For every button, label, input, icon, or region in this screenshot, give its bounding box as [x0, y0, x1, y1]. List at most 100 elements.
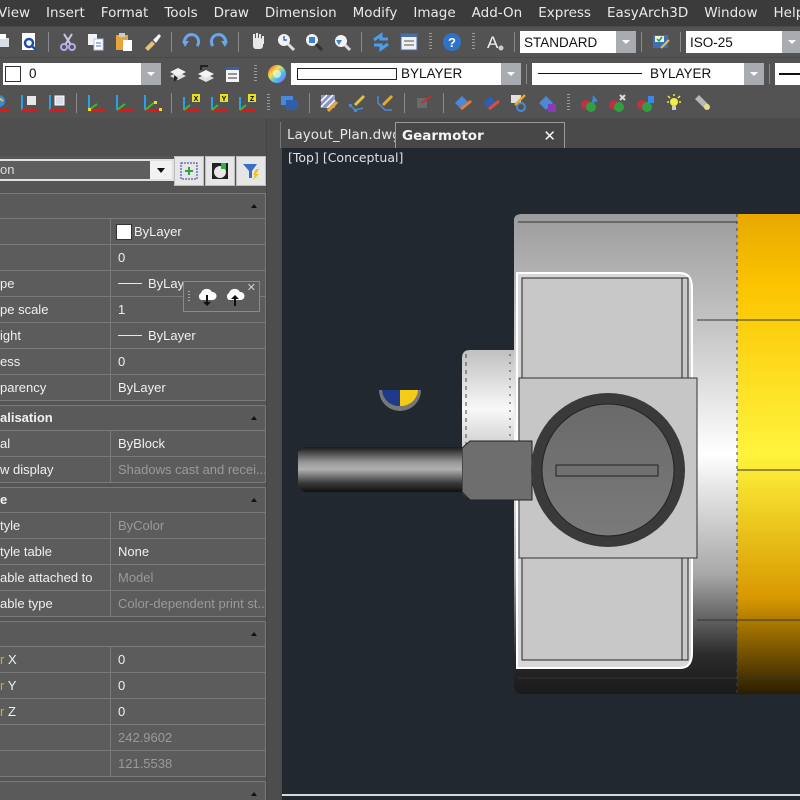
chevron-down-icon[interactable] [744, 62, 764, 85]
viewcube-compass[interactable] [379, 390, 421, 411]
panel-splitter[interactable] [266, 118, 280, 800]
draworder-icon[interactable] [279, 92, 301, 114]
redo-icon[interactable] [208, 31, 230, 53]
layer-make-current-icon[interactable] [167, 63, 189, 85]
render-settings-icon[interactable] [607, 92, 629, 114]
property-value[interactable]: ByLayer [111, 219, 265, 244]
layer-dropdown[interactable]: 0 [3, 62, 161, 85]
collapse-icon[interactable] [251, 498, 257, 502]
ucs-3point-icon[interactable] [141, 92, 163, 114]
property-row[interactable]: w display Shadows cast and recei... [0, 457, 266, 483]
drawing-viewport[interactable]: [Top] [Conceptual] [282, 148, 800, 794]
layer-states-icon[interactable] [223, 63, 245, 85]
text-style-dropdown[interactable]: STANDARD [520, 31, 636, 53]
toolbar-grip[interactable] [267, 94, 270, 112]
menu-help[interactable]: Help [765, 0, 800, 26]
menu-modify[interactable]: Modify [345, 0, 406, 26]
menu-add-on[interactable]: Add-On [464, 0, 531, 26]
render-icon[interactable] [635, 92, 657, 114]
print-icon[interactable] [0, 31, 12, 53]
chevron-down-icon[interactable] [782, 31, 800, 53]
select-objects-button[interactable] [174, 156, 204, 186]
toolbar-grip[interactable] [188, 290, 190, 303]
property-value[interactable]: 0 [111, 245, 265, 270]
match-properties-icon[interactable] [141, 31, 163, 53]
close-tab-icon[interactable]: ✕ [543, 123, 556, 149]
dim-style-icon[interactable] [650, 31, 672, 53]
ucs-origin-icon[interactable] [85, 92, 107, 114]
collapse-icon[interactable] [251, 792, 257, 796]
chevron-down-icon[interactable] [150, 161, 172, 179]
property-row[interactable]: 0 [0, 245, 266, 271]
zoom-previous-icon[interactable] [331, 31, 353, 53]
property-value[interactable]: ByLayer [111, 323, 265, 348]
property-section-header[interactable]: e [0, 487, 266, 513]
color-dropdown[interactable]: BYLAYER [291, 62, 521, 85]
quick-select-button[interactable] [236, 156, 266, 186]
text-style-icon[interactable]: A [484, 31, 506, 53]
menu-dimension[interactable]: Dimension [257, 0, 345, 26]
zoom-realtime-icon[interactable] [275, 31, 297, 53]
toolbar-grip[interactable] [567, 94, 570, 112]
light-icon[interactable] [663, 92, 685, 114]
lineweight-dropdown[interactable] [775, 62, 800, 85]
regen-icon[interactable] [370, 31, 392, 53]
flashlight-icon[interactable] [691, 92, 713, 114]
property-value[interactable]: None [111, 539, 265, 564]
toolbar-grip[interactable] [472, 33, 475, 51]
ucs-y-icon[interactable]: Y [208, 92, 230, 114]
menu-format[interactable]: Format [93, 0, 157, 26]
hatch-edit-icon[interactable] [318, 92, 340, 114]
menu-tools[interactable]: Tools [156, 0, 205, 26]
chevron-down-icon[interactable] [501, 62, 521, 85]
ucs-z-icon[interactable]: Z [236, 92, 258, 114]
property-row[interactable]: 121.5538 [0, 751, 266, 777]
ucs-x-icon[interactable]: X [180, 92, 202, 114]
property-row[interactable]: ight ByLayer [0, 323, 266, 349]
menu-view[interactable]: View [0, 0, 38, 26]
copy-icon[interactable] [85, 31, 107, 53]
toolbar-grip[interactable] [429, 33, 432, 51]
menu-draw[interactable]: Draw [206, 0, 257, 26]
property-row[interactable]: able attached to Model [0, 565, 266, 591]
ucs-face-icon[interactable] [18, 92, 40, 114]
help-icon[interactable]: ? [441, 31, 463, 53]
toggle-pickadd-button[interactable] [205, 156, 235, 186]
pan-icon[interactable] [247, 31, 269, 53]
dim-style-dropdown[interactable]: ISO-25 [686, 31, 800, 53]
property-row[interactable]: ByLayer [0, 219, 266, 245]
ucs-world-icon[interactable] [0, 92, 12, 114]
property-row[interactable]: r X 0 [0, 647, 266, 673]
property-row[interactable]: 242.9602 [0, 725, 266, 751]
chevron-down-icon[interactable] [141, 62, 161, 85]
menu-express[interactable]: Express [530, 0, 599, 26]
cut-icon[interactable] [57, 31, 79, 53]
selection-dropdown[interactable]: on [0, 159, 174, 181]
properties-icon[interactable] [398, 31, 420, 53]
menu-easyarch3d[interactable]: EasyArch3D [599, 0, 696, 26]
menu-window[interactable]: Window [696, 0, 765, 26]
layer-previous-icon[interactable] [195, 63, 217, 85]
property-value[interactable]: 0 [111, 647, 265, 672]
linetype-dropdown[interactable]: BYLAYER [532, 62, 764, 85]
menu-insert[interactable]: Insert [38, 0, 93, 26]
block-edit-icon[interactable] [452, 92, 474, 114]
zoom-window-icon[interactable] [303, 31, 325, 53]
cloud-upload-icon[interactable] [224, 286, 246, 308]
chevron-down-icon[interactable] [616, 31, 636, 53]
property-section-header[interactable]: alisation [0, 405, 266, 431]
property-row[interactable]: tyle ByColor [0, 513, 266, 539]
close-icon[interactable]: ✕ [247, 281, 256, 294]
collapse-icon[interactable] [251, 632, 257, 636]
block-attr-icon[interactable] [480, 92, 502, 114]
spline-edit-icon[interactable] [374, 92, 396, 114]
cloud-download-icon[interactable] [196, 286, 218, 308]
menu-image[interactable]: Image [405, 0, 463, 26]
property-row[interactable]: ess 0 [0, 349, 266, 375]
block-save-icon[interactable] [536, 92, 558, 114]
collapse-icon[interactable] [251, 204, 257, 208]
ucs-view-icon[interactable] [46, 92, 68, 114]
block-refedit-icon[interactable] [508, 92, 530, 114]
property-section-header[interactable] [0, 193, 266, 219]
property-row[interactable]: r Z 0 [0, 699, 266, 725]
